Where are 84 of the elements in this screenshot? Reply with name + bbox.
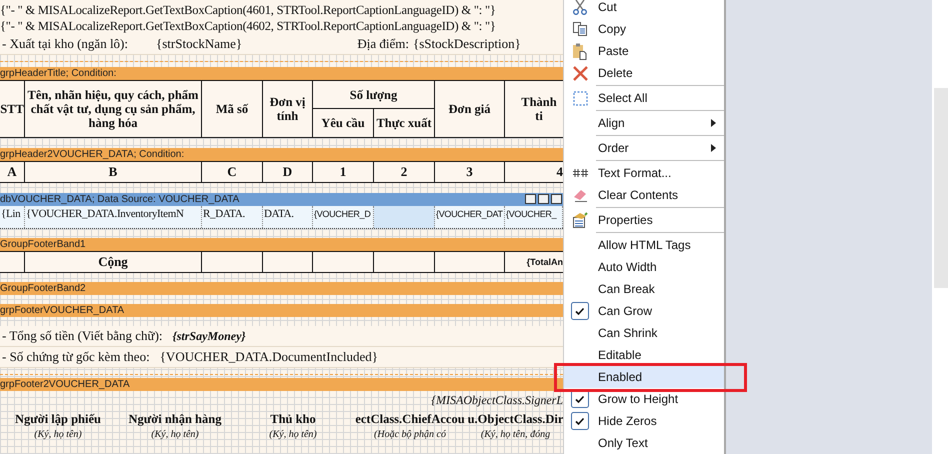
expression-text: {"- " & MISALocalizeReport.GetTextBoxCaption(4602, STRTool.ReportCaptionLanguageID) & ": "} bbox=[0, 19, 496, 33]
menu-item[interactable]: Hide Zeros bbox=[564, 410, 724, 432]
band-buttons-icon[interactable] bbox=[525, 194, 563, 204]
data-field-cell[interactable]: {VOUCHER_DAT bbox=[435, 206, 505, 228]
band-header[interactable]: GroupFooterBand1 bbox=[0, 238, 563, 251]
table-header-cell: STT bbox=[0, 81, 25, 137]
table-cell: A bbox=[0, 162, 25, 182]
menu-item[interactable]: Auto Width bbox=[564, 256, 724, 278]
menu-item[interactable]: Align bbox=[564, 112, 724, 134]
number-format-icon bbox=[572, 168, 588, 178]
signature-title: ectClass.ChiefAccou bbox=[355, 411, 465, 428]
signature-title: u.ObjectClass.Dir bbox=[468, 411, 563, 428]
table-cell: D bbox=[263, 162, 313, 182]
table-header-cell: Mã số bbox=[202, 81, 263, 137]
expression-text: {"- " & MISALocalizeReport.GetTextBoxCaption(4601, STRTool.ReportCaptionLanguageID) & ": "} bbox=[0, 3, 496, 17]
table-header-cell-text: Thành ti bbox=[520, 94, 558, 125]
menu-item[interactable]: Delete bbox=[564, 62, 724, 84]
table-header-cell: Đơn vị tính bbox=[263, 81, 313, 137]
data-field-cell[interactable]: DATA. bbox=[263, 206, 313, 228]
properties-icon bbox=[572, 212, 588, 228]
menu-item[interactable]: Cut bbox=[564, 0, 724, 18]
menu-item[interactable]: Text Format... bbox=[564, 162, 724, 184]
menu-item[interactable]: Copy bbox=[564, 18, 724, 40]
scissors-icon bbox=[572, 0, 588, 15]
stock-label: - Xuất tại kho (ngăn lô): bbox=[1, 36, 129, 52]
documents-field: {VOUCHER_DATA.DocumentIncluded} bbox=[160, 349, 378, 365]
signature-title: Người nhận hàng bbox=[128, 411, 222, 428]
delete-icon bbox=[572, 66, 588, 80]
stock-name-field: {strStockName} bbox=[152, 36, 351, 52]
table-header-cell: Số lượng bbox=[313, 81, 435, 109]
table-header-cell: Tên, nhãn hiệu, quy cách, phẩm chất vật tư, dụng cụ sản phẩm, hàng hóa bbox=[25, 81, 202, 137]
total-label: Cộng bbox=[98, 254, 128, 270]
menu-item[interactable]: Clear Contents bbox=[564, 184, 724, 206]
menu-item[interactable]: Editable bbox=[564, 344, 724, 366]
menu-item[interactable]: Allow HTML Tags bbox=[564, 234, 724, 256]
band-header[interactable]: grpHeader2VOUCHER_DATA; Condition: bbox=[0, 148, 563, 161]
data-field-cell[interactable] bbox=[374, 206, 435, 228]
signature-note: (Ký, họ tên) bbox=[151, 429, 199, 441]
band-header[interactable]: GroupFooterBand2 bbox=[0, 282, 563, 295]
location-field: {sStockDescription} bbox=[413, 36, 521, 52]
menu-item[interactable]: Can Shrink bbox=[564, 322, 724, 344]
table-header-cell: Đơn giá bbox=[435, 81, 505, 137]
signature-note: (Ký, họ tên, đóng bbox=[480, 429, 550, 441]
eraser-icon bbox=[572, 188, 588, 202]
signer-field: {MISAObjectClass.SignerL bbox=[431, 392, 563, 408]
menu-item[interactable]: Enabled bbox=[564, 366, 724, 388]
menu-item[interactable]: Paste bbox=[564, 40, 724, 62]
table-header-cell: Thực xuất bbox=[374, 109, 435, 137]
table-cell: 3 bbox=[435, 162, 505, 182]
signature-note: (Ký, họ tên) bbox=[269, 429, 317, 441]
data-field-cell[interactable]: {Lin bbox=[0, 206, 25, 228]
table-cell-text: 4 bbox=[556, 163, 563, 181]
menu-item[interactable]: Select All bbox=[564, 87, 724, 109]
table-header-cell: Yêu cầu bbox=[313, 109, 374, 137]
menu-item[interactable]: Order bbox=[564, 137, 724, 159]
table-cell: 1 bbox=[313, 162, 374, 182]
copy-icon bbox=[572, 21, 588, 37]
band-header[interactable]: grpFooterVOUCHER_DATA bbox=[0, 304, 563, 317]
menu-item[interactable]: Properties bbox=[564, 209, 724, 231]
total-words-field: {strSayMoney} bbox=[172, 328, 246, 344]
data-field-cell[interactable]: {VOUCHER_DATA.InventoryItemN bbox=[25, 206, 202, 228]
signature-title: Thủ kho bbox=[270, 411, 316, 428]
band-header[interactable]: dbVOUCHER_DATA; Data Source: VOUCHER_DATA bbox=[0, 193, 563, 206]
band-title: dbVOUCHER_DATA; Data Source: VOUCHER_DATA bbox=[0, 193, 240, 206]
menu-item[interactable]: Only Text bbox=[564, 432, 724, 454]
total-words-label: - Tổng số tiền (Viết bằng chữ): bbox=[1, 328, 163, 344]
menu-item[interactable]: Can Break bbox=[564, 278, 724, 300]
scrollbar-thumb[interactable] bbox=[934, 88, 948, 288]
signature-note: (Ký, họ tên) bbox=[34, 429, 82, 441]
signature-title: Người lập phiếu bbox=[15, 411, 101, 428]
select-all-icon bbox=[572, 90, 588, 106]
total-amount-field: {TotalAn bbox=[526, 257, 563, 267]
table-cell: C bbox=[202, 162, 263, 182]
table-cell: 2 bbox=[374, 162, 435, 182]
documents-label: - Số chứng từ gốc kèm theo: bbox=[1, 349, 150, 365]
menu-item[interactable]: Grow to Height bbox=[564, 388, 724, 410]
band-header[interactable]: grpHeaderTitle; Condition: bbox=[0, 67, 563, 80]
data-field-cell[interactable]: R_DATA. bbox=[202, 206, 263, 228]
paste-icon bbox=[572, 42, 588, 60]
location-label: Địa điểm: bbox=[356, 36, 410, 52]
signature-note: (Hoặc bộ phận có bbox=[374, 429, 446, 441]
menu-item[interactable]: Can Grow bbox=[564, 300, 724, 322]
table-cell: B bbox=[25, 162, 202, 182]
band-header[interactable]: grpFooter2VOUCHER_DATA bbox=[0, 378, 563, 391]
